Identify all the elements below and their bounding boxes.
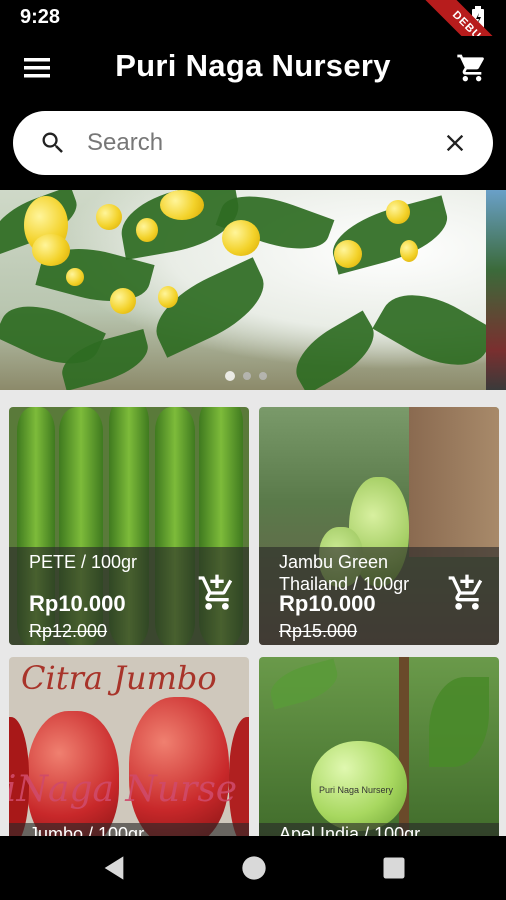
carousel-dot[interactable]: [225, 371, 235, 381]
carousel-indicators: [225, 371, 267, 381]
app-bar: Puri Naga Nursery: [0, 36, 506, 100]
carousel-dot[interactable]: [243, 372, 251, 380]
search-bar: [13, 111, 493, 175]
product-watermark: iNaga Nurse: [9, 769, 238, 810]
product-old-price: Rp12.000: [29, 621, 108, 641]
add-to-cart-icon[interactable]: [197, 573, 237, 613]
product-image-text: Citra Jumbo: [21, 659, 217, 697]
product-card[interactable]: Puri Naga Nursery Apel India / 100gr: [259, 657, 499, 847]
product-price: Rp10.000: [279, 591, 376, 616]
home-icon[interactable]: [240, 854, 268, 882]
product-grid: PETE / 100gr Rp10.000 Rp12.000 Jambu Gre…: [0, 390, 506, 847]
product-old-price: Rp15.000: [279, 621, 358, 641]
product-info-overlay: PETE / 100gr Rp10.000 Rp12.000: [9, 547, 249, 645]
search-area: [0, 100, 506, 190]
system-navigation-bar: [0, 836, 506, 900]
back-icon[interactable]: [100, 854, 128, 882]
app-title: Puri Naga Nursery: [115, 48, 391, 83]
close-icon[interactable]: [441, 129, 469, 157]
search-icon: [42, 132, 63, 153]
product-name: PETE / 100gr: [29, 552, 138, 572]
search-input[interactable]: [85, 128, 409, 158]
product-card[interactable]: PETE / 100gr Rp10.000 Rp12.000: [9, 407, 249, 645]
carousel-dot[interactable]: [259, 372, 267, 380]
product-info-overlay: Jambu Green Thailand / 100gr Rp10.000 Rp…: [259, 547, 499, 645]
recents-icon[interactable]: [380, 854, 408, 882]
banner-image-lemon-tree: [0, 190, 498, 390]
product-card[interactable]: Citra Jumbo iNaga Nurse Jumbo / 100gr: [9, 657, 249, 847]
banner-carousel[interactable]: [0, 190, 506, 390]
add-to-cart-icon[interactable]: [447, 573, 487, 613]
product-name: Jambu Green Thailand / 100gr: [279, 552, 410, 594]
product-watermark: Puri Naga Nursery: [319, 785, 394, 795]
cart-icon[interactable]: [456, 52, 488, 84]
banner-next-slide-peek: [486, 190, 506, 390]
product-price: Rp10.000: [29, 591, 126, 616]
product-card[interactable]: Jambu Green Thailand / 100gr Rp10.000 Rp…: [259, 407, 499, 645]
status-bar: 9:28 DEBUG: [0, 0, 506, 87]
status-time: 9:28: [20, 6, 61, 28]
